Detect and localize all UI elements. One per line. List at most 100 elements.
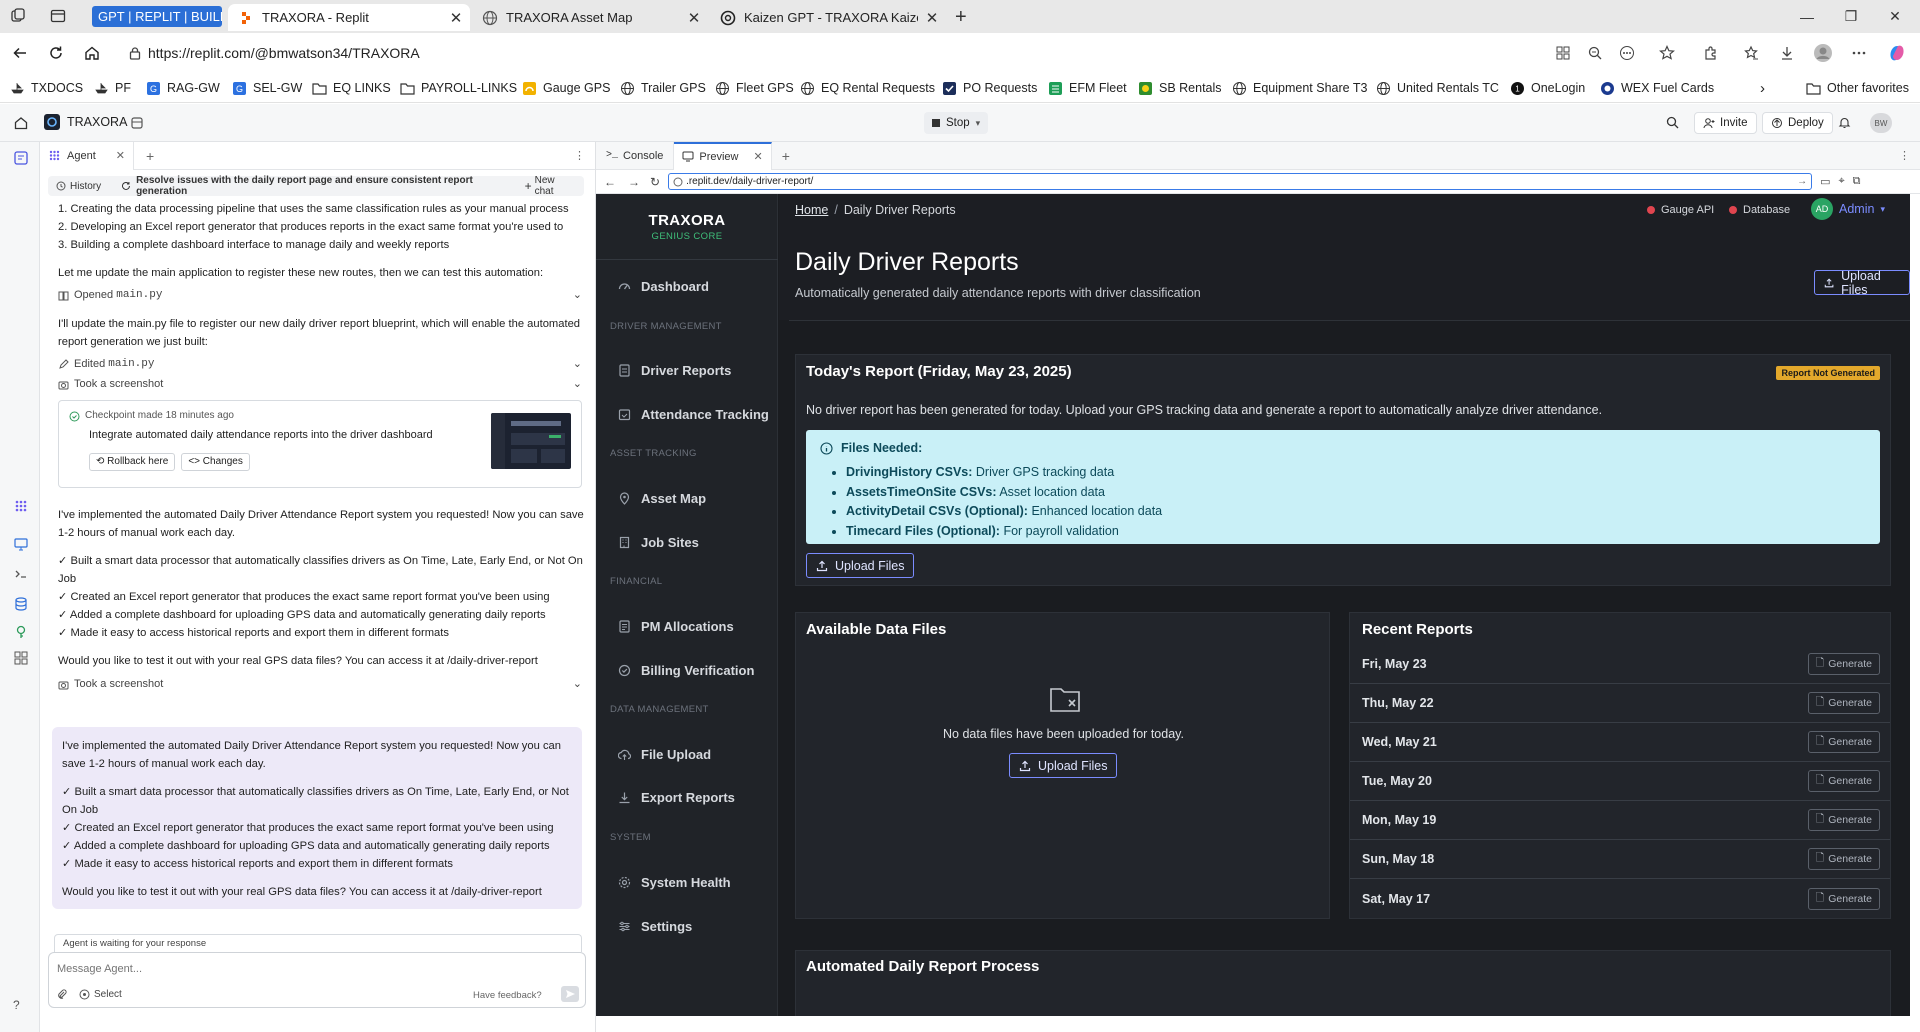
more-favorites-chevron-icon[interactable]: › [1760,78,1765,98]
close-window-icon[interactable]: ✕ [1872,0,1918,33]
other-favorites[interactable]: Other favorites [1806,78,1909,98]
send-button[interactable] [561,986,579,1002]
project-name[interactable]: TRAXORA [44,114,127,130]
devtools-icon[interactable]: ▭ [1820,175,1830,188]
panel-options-icon[interactable]: ⋮ [574,149,585,162]
fav-trailer-gps[interactable]: Trailer GPS [620,78,706,98]
sidebar-item-asset-map[interactable]: Asset Map [618,491,706,506]
new-tab-icon[interactable]: + [782,148,790,164]
sidebar-item-system-health[interactable]: System Health [618,875,731,890]
close-tab-icon[interactable]: ✕ [680,9,708,27]
preview-back-icon[interactable]: ← [604,175,616,189]
close-tab-icon[interactable]: ✕ [116,149,125,162]
preview-monitor-icon[interactable] [13,536,29,552]
downloads-icon[interactable] [1776,42,1798,64]
fav-eq-links[interactable]: EQ LINKS [312,78,391,98]
fav-efm-fleet[interactable]: EFM Fleet [1048,78,1127,98]
terminal-icon[interactable] [13,566,29,582]
close-tab-icon[interactable]: ✕ [754,150,763,163]
tab-traxora-replit[interactable]: TRAXORA - Replit ✕ [228,4,470,31]
chevron-down-icon[interactable]: ⌄ [573,355,582,373]
notifications-bell-icon[interactable] [1838,116,1851,129]
screenshot-action[interactable]: Took a screenshot ⌄ [58,674,590,694]
screenshot-action[interactable]: Took a screenshot ⌄ [58,374,590,394]
chevron-down-icon[interactable]: ⌄ [573,675,582,693]
extensions-icon[interactable] [1700,42,1722,64]
generate-button[interactable]: 🗋 Generate [1807,770,1880,792]
go-arrow-icon[interactable]: → [1797,176,1807,187]
sidebar-item-job-sites[interactable]: Job Sites [618,535,699,550]
generate-button[interactable]: 🗋 Generate [1807,692,1880,714]
generate-button[interactable]: 🗋 Generate [1807,887,1880,910]
generate-button[interactable]: 🗋 Generate [1807,809,1880,831]
user-avatar[interactable]: BW [1870,113,1892,133]
sidebar-item-pm-allocations[interactable]: PM Allocations [618,619,734,634]
tab-group-gpt[interactable]: GPT | REPLIT | BUILDIN [92,6,222,27]
fav-sb-rentals[interactable]: SB Rentals [1138,78,1222,98]
fav-txdocs[interactable]: TXDOCS [10,78,83,98]
stop-button[interactable]: Stop ▾ [924,112,989,134]
favorite-star-icon[interactable] [1656,42,1678,64]
fav-fleet-gps[interactable]: Fleet GPS [715,78,794,98]
sidebar-item-billing[interactable]: Billing Verification [618,663,754,678]
today-upload-button[interactable]: Upload Files [806,553,915,578]
search-icon[interactable] [1666,116,1679,129]
sidebar-item-export[interactable]: Export Reports [618,790,735,805]
pick-element-icon[interactable]: ⌖ [1838,175,1844,188]
available-upload-button[interactable]: Upload Files [1009,753,1118,778]
fav-wex-fuel[interactable]: WEX Fuel Cards [1600,78,1714,98]
fav-pf[interactable]: PF [94,78,131,98]
sidebar-item-settings[interactable]: Settings [618,919,692,934]
profile-avatar-icon[interactable] [1812,42,1834,64]
secrets-key-icon[interactable] [13,624,29,640]
sidebar-item-dashboard[interactable]: Dashboard [618,279,709,294]
opened-file-action[interactable]: Opened main.py ⌄ [58,285,590,305]
preview-refresh-icon[interactable]: ↻ [650,175,660,189]
checkpoint-thumbnail[interactable] [491,413,571,469]
fav-rag-gw[interactable]: G RAG-GW [146,78,220,98]
attach-icon[interactable] [57,989,67,1000]
home-icon[interactable] [80,41,104,65]
workspaces-icon[interactable] [10,8,26,24]
edited-file-action[interactable]: Edited main.py ⌄ [58,354,590,374]
fav-gauge-gps[interactable]: Gauge GPS [522,78,610,98]
message-input[interactable] [57,959,557,979]
chevron-down-icon[interactable]: ⌄ [573,375,582,393]
sidebar-item-attendance[interactable]: Attendance Tracking [618,407,769,422]
deploy-button[interactable]: Deploy [1762,112,1833,134]
zoom-icon[interactable] [1584,42,1606,64]
sidebar-item-file-upload[interactable]: File Upload [618,747,711,762]
generate-button[interactable]: 🗋 Generate [1807,653,1880,675]
back-icon[interactable] [8,41,32,65]
copilot-icon[interactable] [1886,42,1908,64]
apps-grid-icon[interactable] [13,498,29,514]
preview-forward-icon[interactable]: → [628,175,640,189]
fav-po-requests[interactable]: PO Requests [942,78,1037,98]
header-upload-button[interactable]: Upload Files [1814,269,1910,297]
panel-options-icon[interactable]: ⋮ [1899,149,1910,162]
generate-button[interactable]: 🗋 Generate [1807,731,1880,753]
help-icon[interactable]: ? [13,998,29,1014]
refresh-icon[interactable] [44,41,68,65]
new-tab-icon[interactable]: + [146,148,154,164]
user-menu[interactable]: AD Admin ▾ [1811,198,1885,220]
more-menu-icon[interactable] [1848,42,1870,64]
restore-icon[interactable]: ❐ [1828,0,1874,33]
collections-icon[interactable] [1740,42,1762,64]
url-bar[interactable]: https://replit.com/@bmwatson34/TRAXORA [120,39,1700,67]
fav-united-rentals[interactable]: United Rentals TC [1376,78,1499,98]
preview-url-field[interactable]: .replit.dev/daily-driver-report/ → [668,173,1813,190]
replit-home-icon[interactable] [14,116,28,130]
all-tools-icon[interactable] [13,650,29,666]
new-chat-button[interactable]: + New chat [525,175,576,197]
sidebar-item-driver-reports[interactable]: Driver Reports [618,363,731,378]
feedback-link[interactable]: Have feedback? [473,990,542,1001]
tab-asset-map[interactable]: TRAXORA Asset Map ✕ [472,4,708,31]
file-tree-icon[interactable] [13,150,29,166]
fav-onelogin[interactable]: 1 OneLogin [1510,78,1585,98]
close-tab-icon[interactable]: ✕ [918,9,946,27]
fav-sel-gw[interactable]: G SEL-GW [232,78,302,98]
generate-button[interactable]: 🗋 Generate [1807,848,1880,870]
rollback-button[interactable]: ⟲ Rollback here [89,453,176,471]
app-brand[interactable]: TRAXORA GENIUS CORE [596,212,778,242]
